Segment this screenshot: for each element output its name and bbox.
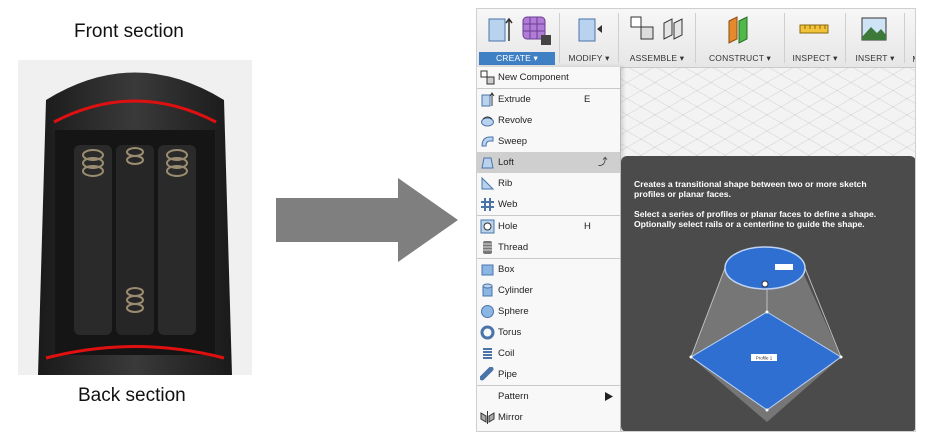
toolbar-make[interactable]: M — [906, 9, 915, 67]
new-component-icon — [480, 70, 495, 85]
insert-menu-label[interactable]: INSERT ▾ — [847, 53, 903, 64]
profile-label: Profile 1 — [756, 356, 773, 361]
menu-item-label: Box — [498, 264, 515, 275]
toolbar-create[interactable]: CREATE ▾ — [477, 9, 557, 67]
menu-item-pipe[interactable]: Pipe — [477, 364, 620, 385]
revolve-icon — [481, 116, 494, 127]
menu-item-box[interactable]: Box — [477, 259, 620, 280]
battery-compartment-photo — [18, 60, 252, 375]
menu-item-label: Torus — [498, 327, 522, 338]
tooltip-instruction-line-2: Optionally select rails or a centerline … — [634, 219, 865, 229]
menu-item-label: Mirror — [498, 412, 523, 423]
sweep-icon — [481, 136, 494, 147]
create-dropdown-menu: New Component Extrude E Revolve Sweep Lo… — [477, 67, 621, 431]
inspect-menu-label[interactable]: INSPECT ▾ — [786, 53, 844, 64]
menu-item-thread[interactable]: Thread — [477, 237, 620, 258]
new-component-tool-icon[interactable] — [628, 13, 656, 45]
thread-icon — [483, 241, 492, 254]
sphere-icon — [481, 305, 494, 318]
extrude-tool-icon[interactable] — [485, 13, 515, 45]
box-icon — [481, 264, 494, 276]
back-section-caption: Back section — [78, 385, 186, 406]
menu-item-label: New Component — [498, 72, 569, 83]
loft-illustration: Profile 1 — [689, 246, 843, 422]
right-arrow-icon — [276, 178, 458, 262]
rib-icon — [481, 176, 495, 190]
toolbar: CREATE ▾ MODIFY ▾ ASSEMBLE ▾ CONSTRUCT ▾… — [477, 9, 915, 68]
torus-icon — [480, 325, 495, 340]
fusion-window: CREATE ▾ MODIFY ▾ ASSEMBLE ▾ CONSTRUCT ▾… — [476, 8, 916, 432]
menu-item-hole[interactable]: Hole H — [477, 216, 620, 237]
front-section-caption: Front section — [74, 21, 184, 42]
assemble-menu-label[interactable]: ASSEMBLE ▾ — [620, 53, 694, 64]
offset-plane-icon[interactable] — [725, 13, 755, 45]
menu-item-pattern[interactable]: Pattern — [477, 386, 620, 407]
tooltip-instruction-line-1: Select a series of profiles or planar fa… — [634, 209, 877, 219]
menu-item-label: Coil — [498, 348, 515, 359]
menu-item-label: Revolve — [498, 115, 533, 126]
menu-item-label: Sweep — [498, 136, 528, 147]
menu-item-new-component[interactable]: New Component — [477, 67, 620, 88]
loft-tooltip: Creates a transitional shape between two… — [621, 156, 915, 431]
create-menu-label[interactable]: CREATE ▾ — [479, 52, 555, 65]
menu-item-label: Extrude — [498, 94, 531, 105]
toolbar-inspect[interactable]: INSPECT ▾ — [786, 9, 844, 67]
menu-item-label: Pattern — [498, 391, 529, 402]
toolbar-construct[interactable]: CONSTRUCT ▾ — [697, 9, 783, 67]
extrude-icon — [481, 92, 495, 107]
menu-item-label: Sphere — [498, 306, 529, 317]
tooltip-description-line-1: Creates a transitional shape between two… — [634, 179, 867, 189]
menu-item-sweep[interactable]: Sweep — [477, 131, 620, 152]
menu-item-label: Cylinder — [498, 285, 533, 296]
menu-item-sphere[interactable]: Sphere — [477, 301, 620, 322]
toolbar-assemble[interactable]: ASSEMBLE ▾ — [620, 9, 694, 67]
menu-item-web[interactable]: Web — [477, 194, 620, 215]
menu-item-coil[interactable]: Coil — [477, 343, 620, 364]
shortcut-label: H — [584, 221, 591, 232]
hole-icon — [480, 219, 495, 234]
menu-item-label: Rib — [498, 178, 513, 189]
pipe-icon — [480, 367, 494, 381]
shortcut-label: ⤴ — [598, 157, 608, 168]
coil-icon — [483, 348, 492, 359]
submenu-arrow-icon — [605, 392, 613, 401]
menu-item-mirror[interactable]: Mirror — [477, 407, 620, 428]
toolbar-insert[interactable]: INSERT ▾ — [847, 9, 903, 67]
menu-item-label: Web — [498, 199, 518, 210]
insert-image-icon[interactable] — [859, 13, 889, 45]
menu-item-cylinder[interactable]: Cylinder — [477, 280, 620, 301]
menu-item-revolve[interactable]: Revolve — [477, 110, 620, 131]
mirror-icon — [480, 411, 495, 424]
menu-item-label: Hole — [498, 221, 518, 232]
construct-menu-label[interactable]: CONSTRUCT ▾ — [697, 53, 783, 64]
make-menu-label[interactable]: M — [906, 54, 915, 64]
cylinder-icon — [482, 283, 493, 297]
tooltip-description-line-2: profiles or planar faces. — [634, 189, 731, 199]
menu-item-extrude[interactable]: Extrude E — [477, 89, 620, 110]
loft-icon — [481, 157, 494, 169]
web-icon — [481, 198, 494, 211]
menu-item-torus[interactable]: Torus — [477, 322, 620, 343]
shortcut-label: E — [584, 94, 591, 105]
menu-item-rib[interactable]: Rib — [477, 173, 620, 194]
menu-item-label: Thread — [498, 242, 529, 253]
modify-menu-label[interactable]: MODIFY ▾ — [561, 53, 617, 64]
joint-tool-icon[interactable] — [660, 13, 688, 45]
measure-icon[interactable] — [798, 13, 830, 45]
toolbar-modify[interactable]: MODIFY ▾ — [561, 9, 617, 67]
menu-item-loft[interactable]: Loft ⤴ — [477, 152, 620, 173]
form-tool-icon[interactable] — [519, 13, 553, 47]
press-pull-icon[interactable] — [575, 13, 603, 45]
menu-item-label: Pipe — [498, 369, 518, 380]
menu-item-label: Loft — [498, 157, 514, 168]
